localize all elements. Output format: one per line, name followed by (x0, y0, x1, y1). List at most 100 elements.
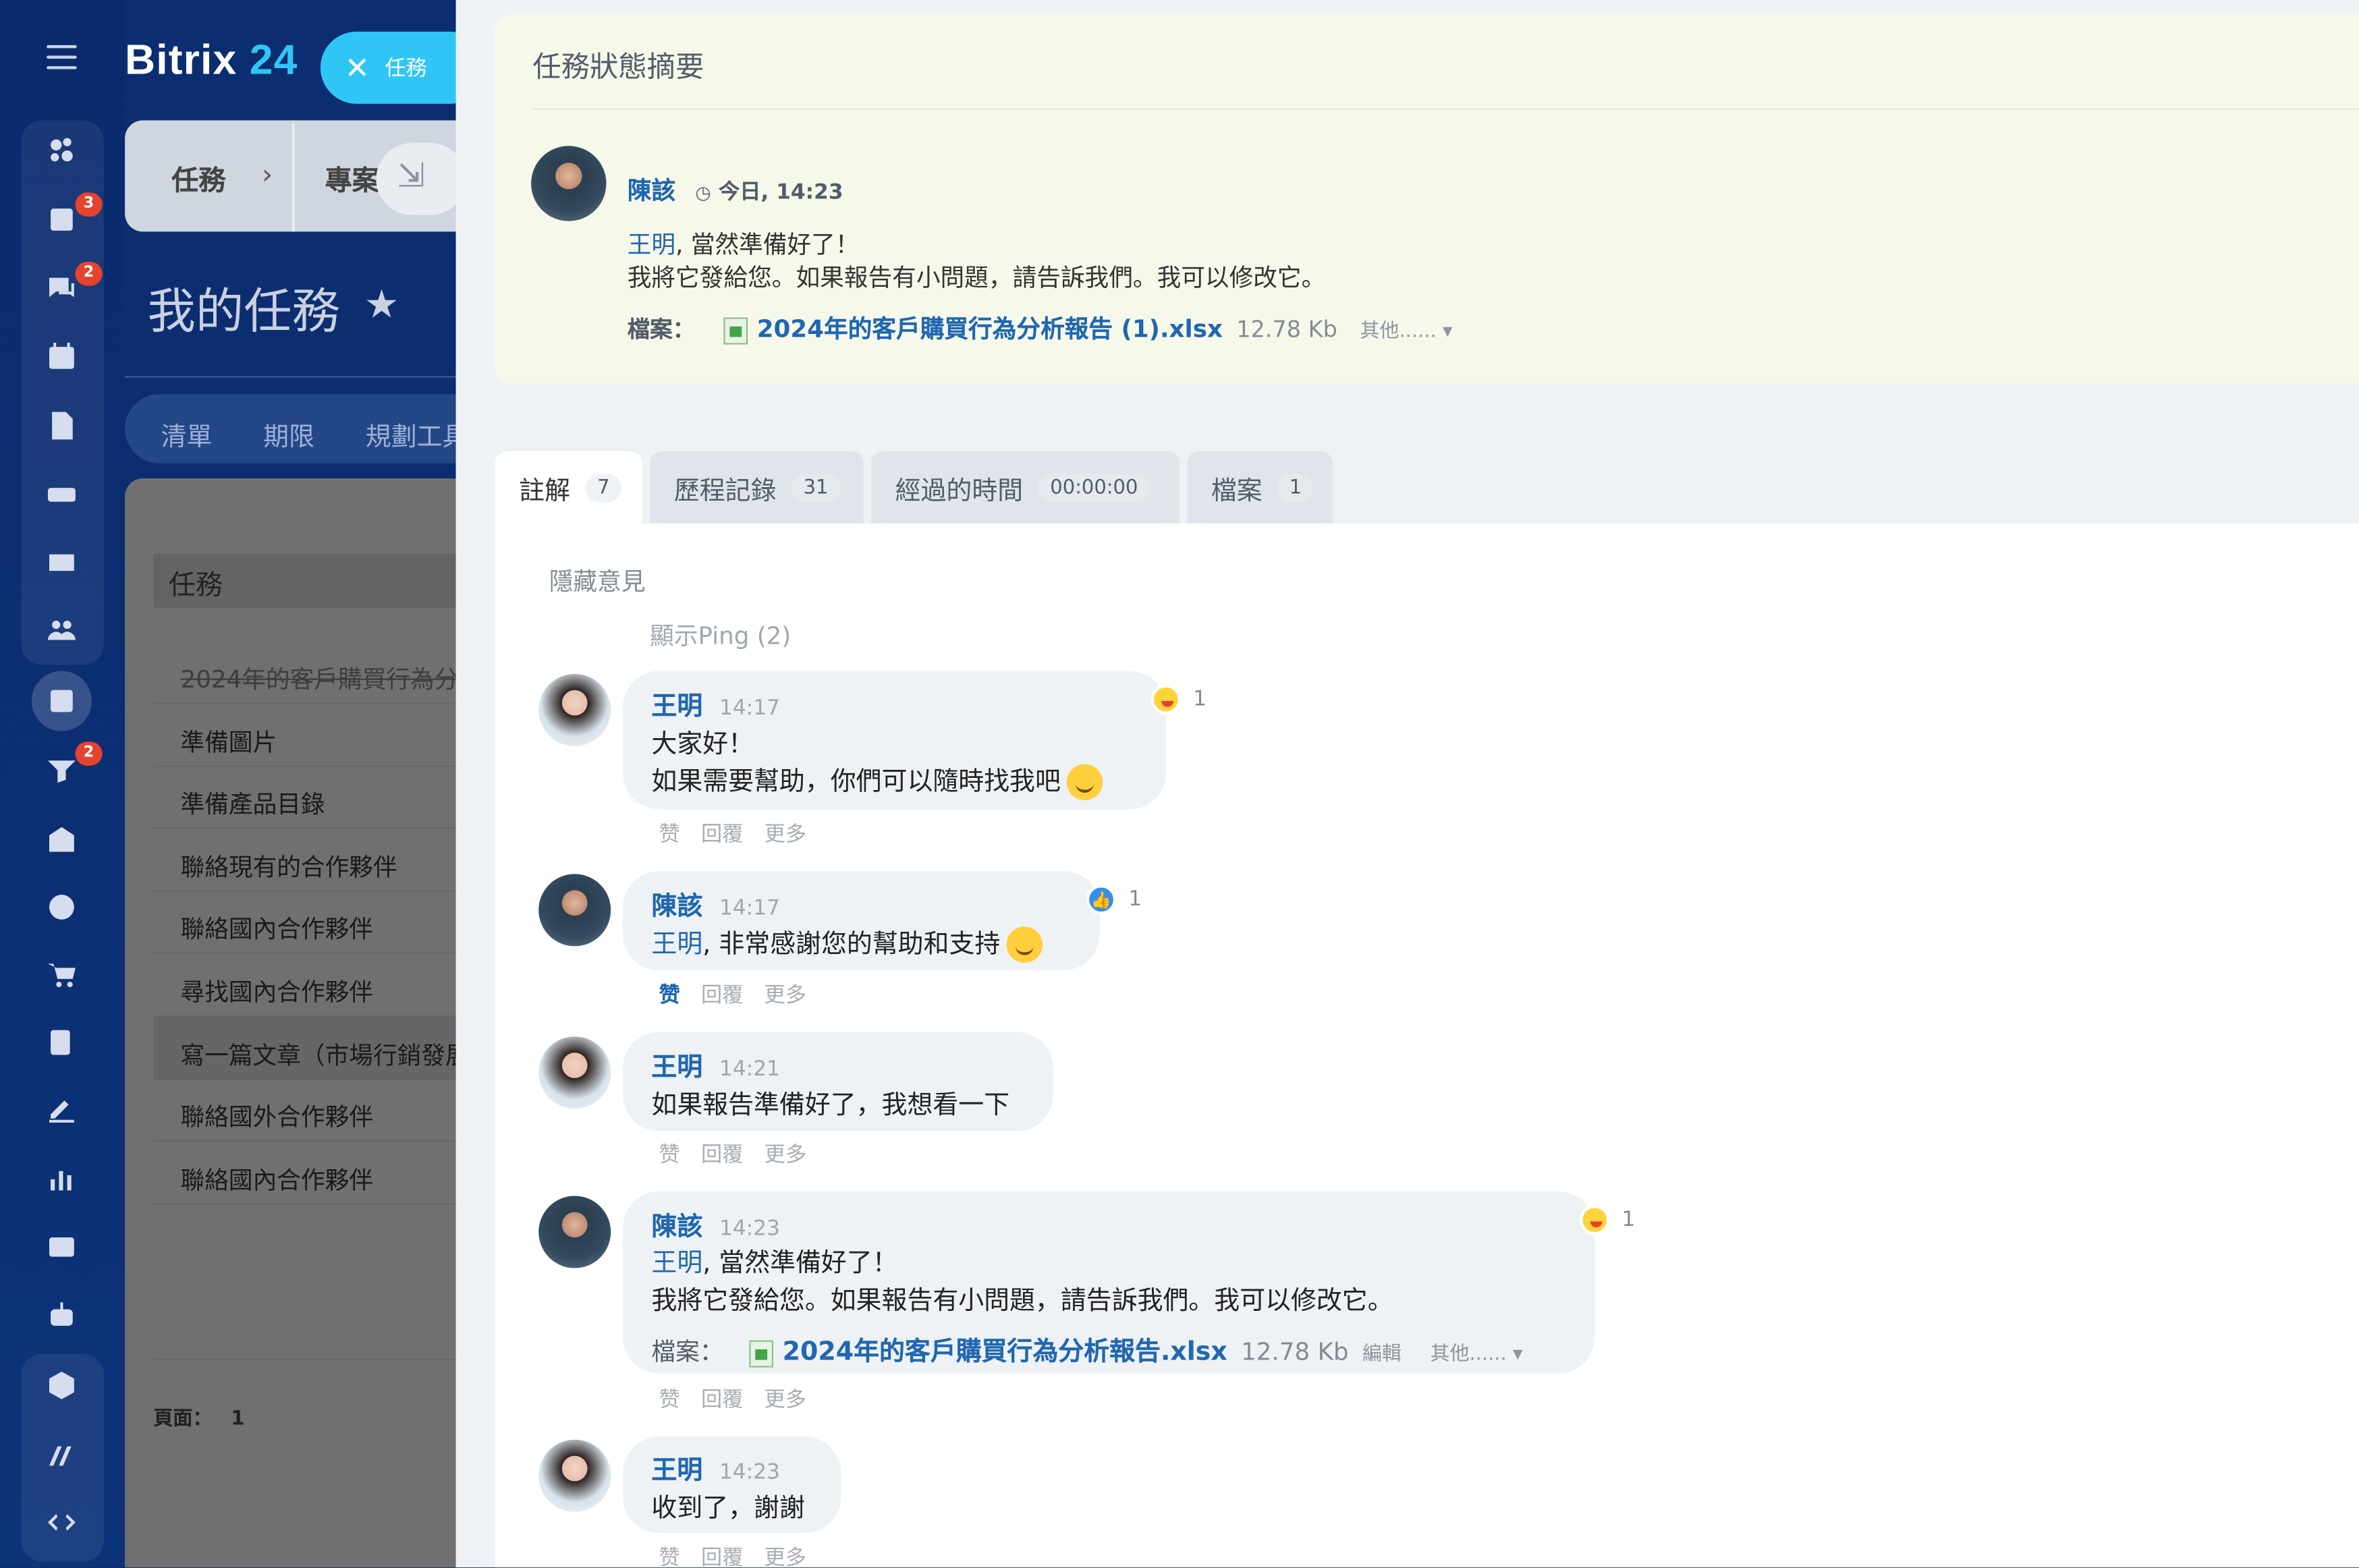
brand-logo[interactable]: Bitrix 24 (125, 36, 298, 84)
comment-author[interactable]: 王明 (651, 692, 702, 723)
comment-author[interactable]: 王明 (651, 1053, 702, 1084)
mention-link[interactable]: 王明 (651, 930, 702, 960)
more-button[interactable]: 更多 (765, 823, 806, 847)
comment-file-row: 檔案： 2024年的客戶購買行為分析報告.xlsx 12.78 Kb 編輯 其他… (651, 1330, 1522, 1368)
reaction-count: 1 (1193, 687, 1206, 712)
view-tab-deadline[interactable]: 期限 (263, 415, 314, 453)
view-tab-list[interactable]: 清單 (161, 415, 213, 453)
menu-hamburger-icon[interactable] (47, 45, 77, 69)
tab-files[interactable]: 檔案 1 (1187, 451, 1333, 524)
groups-icon[interactable] (40, 609, 82, 651)
reply-button[interactable]: 回覆 (701, 823, 743, 847)
more-button[interactable]: 更多 (765, 1389, 806, 1413)
file-edit-link[interactable]: 編輯 (1362, 1343, 1401, 1366)
analytics-icon[interactable] (40, 1158, 82, 1200)
reaction-summary[interactable]: 👍 1 (1086, 885, 1142, 915)
task-row[interactable]: 寫一篇文章（市場行銷發展） (153, 1017, 493, 1080)
contacts-icon[interactable] (40, 1226, 82, 1268)
view-tabs: 清單 期限 規劃工具 (125, 394, 487, 464)
view-tab-planner[interactable]: 規劃工具 (366, 415, 468, 453)
tab-comments[interactable]: 註解 7 (495, 451, 643, 524)
task-row[interactable]: 聯絡國內合作夥伴 (153, 1142, 470, 1205)
cart-icon[interactable] (40, 954, 82, 996)
comment-author[interactable]: 陳該 (651, 1212, 702, 1243)
breadcrumb-tasks[interactable]: 任務 (171, 159, 225, 198)
comment-author[interactable]: 王明 (651, 1456, 702, 1486)
task-row[interactable]: 聯絡現有的合作夥伴 (153, 829, 470, 893)
avatar[interactable] (538, 1036, 611, 1109)
like-button[interactable]: 赞 (659, 984, 680, 1008)
more-button[interactable]: 更多 (765, 1143, 806, 1167)
developer-icon[interactable] (40, 1501, 82, 1543)
file-more-menu[interactable]: 其他...... (1360, 320, 1436, 343)
summary-line1: , 當然準備好了！ (675, 230, 860, 259)
comment-text: 如果需要幫助，你們可以隨時找我吧 (651, 767, 1061, 797)
avatar[interactable] (538, 874, 611, 947)
mention-link[interactable]: 王明 (651, 1249, 702, 1279)
task-row[interactable]: 尋找國內合作夥伴 (153, 954, 470, 1017)
comment-actions: 赞回覆 更多 (659, 1542, 828, 1567)
hide-comments-link[interactable]: 隱藏意見 (549, 561, 646, 598)
store-icon[interactable] (40, 818, 82, 860)
sign-icon[interactable] (40, 1021, 82, 1063)
reply-button[interactable]: 回覆 (701, 1143, 743, 1167)
comment-time: 14:21 (719, 1057, 780, 1082)
avatar[interactable] (538, 1439, 611, 1512)
file-label: 檔案： (651, 1337, 724, 1366)
mention-link[interactable]: 王明 (628, 230, 675, 258)
like-button[interactable]: 赞 (659, 1546, 680, 1567)
mail-icon[interactable] (40, 542, 82, 584)
task-row[interactable]: 準備圖片 (153, 704, 470, 768)
reaction-summary[interactable]: 1 (1580, 1204, 1636, 1235)
pager: 頁面： 1 (153, 1402, 244, 1430)
reaction-count: 1 (1621, 1208, 1636, 1233)
task-row[interactable]: 準備產品目錄 (153, 766, 470, 829)
market-icon[interactable] (40, 1364, 82, 1406)
comment-text: , 非常感謝您的幫助和支持 (702, 929, 1001, 960)
comment-time: 14:23 (719, 1460, 780, 1485)
tab-label: 歷程記錄 (673, 476, 777, 507)
file-size: 12.78 Kb (1241, 1337, 1349, 1366)
task-row-label: 尋找國內合作夥伴 (180, 978, 373, 1007)
tasks-icon[interactable] (40, 680, 82, 722)
target-icon[interactable] (40, 886, 82, 928)
collapse-icon: ⇲ (397, 158, 425, 196)
drive-icon[interactable] (40, 472, 82, 514)
reaction-summary[interactable]: 1 (1150, 684, 1206, 715)
robot-icon[interactable] (40, 1293, 82, 1335)
signature-icon[interactable] (40, 1089, 82, 1131)
task-row[interactable]: 聯絡國外合作夥伴 (153, 1079, 470, 1142)
reply-button[interactable]: 回覆 (701, 1389, 743, 1413)
file-link[interactable]: 2024年的客戶購買行為分析報告 (1).xlsx (757, 314, 1223, 343)
comment-author[interactable]: 陳該 (651, 892, 702, 922)
tab-history[interactable]: 歷程記錄 31 (650, 451, 864, 524)
like-button[interactable]: 赞 (659, 1143, 680, 1167)
pin-button[interactable]: ⇲ (376, 142, 467, 215)
like-button[interactable]: 赞 (659, 1389, 680, 1413)
like-button[interactable]: 赞 (659, 823, 680, 847)
avatar[interactable] (538, 673, 611, 746)
show-ping-link[interactable]: 顯示Ping (2) (650, 615, 791, 652)
reply-button[interactable]: 回覆 (701, 984, 743, 1008)
tab-time-spent[interactable]: 經過的時間 00:00:00 (870, 451, 1180, 524)
calendar-icon[interactable] (40, 335, 82, 377)
pager-number[interactable]: 1 (231, 1408, 244, 1430)
favorite-star-icon[interactable]: ★ (364, 283, 399, 328)
avatar[interactable] (531, 146, 607, 221)
more-button[interactable]: 更多 (765, 1546, 806, 1567)
file-link[interactable]: 2024年的客戶購買行為分析報告.xlsx (783, 1337, 1227, 1368)
file-more-menu[interactable]: 其他...... (1430, 1343, 1506, 1366)
pager-label: 頁面： (153, 1407, 213, 1431)
brand-number: 24 (249, 36, 298, 83)
task-row[interactable]: 聯絡國內合作夥伴 (153, 891, 470, 954)
automation-icon[interactable] (40, 1434, 82, 1476)
more-button[interactable]: 更多 (765, 984, 806, 1008)
breadcrumb-projects[interactable]: 專案 (325, 159, 379, 198)
comment-actions: 赞回覆 更多 (659, 1139, 828, 1169)
dots-icon[interactable] (40, 130, 82, 171)
reply-button[interactable]: 回覆 (701, 1546, 743, 1567)
task-row[interactable]: 2024年的客戶購買行為分析報告 (153, 641, 530, 704)
summary-author[interactable]: 陳該 (628, 176, 675, 204)
avatar[interactable] (538, 1196, 611, 1268)
docs-icon[interactable] (40, 405, 82, 447)
